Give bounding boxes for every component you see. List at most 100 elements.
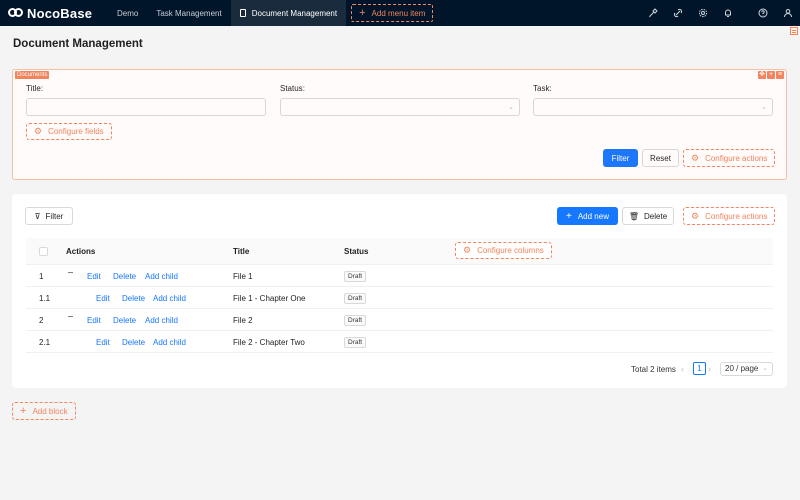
page-size-select[interactable]: 20 / page ⌄ (720, 362, 773, 376)
row-index: 1.1 (39, 294, 51, 303)
design-icon[interactable] (640, 0, 665, 26)
page-size-label: 20 / page (725, 364, 759, 373)
brand-name: NocoBase (27, 5, 93, 21)
collapse-icon[interactable]: − (66, 269, 75, 279)
help-icon[interactable] (750, 0, 775, 26)
edit-link[interactable]: Edit (87, 272, 101, 281)
title-cell: File 1 (233, 272, 253, 281)
status-badge: Draft (344, 315, 367, 326)
task-field-label: Task: (533, 84, 552, 93)
plus-icon: + (359, 6, 366, 19)
configure-columns-button[interactable]: ⚙ Configure columns (455, 242, 552, 259)
add-block-label: Add block (32, 406, 68, 416)
block-collection-tag: Documents (15, 71, 50, 79)
table-row[interactable]: 1 − Edit Delete Add child File 1 Draft (26, 265, 773, 287)
filter-icon: ⊽ (34, 211, 41, 221)
table-row[interactable]: 2.1 Edit Delete Add child File 2 - Chapt… (26, 331, 773, 353)
select-all-checkbox[interactable] (39, 247, 48, 256)
status-select[interactable]: ⌄ (280, 98, 520, 116)
menu-icon[interactable]: ≡ (776, 71, 784, 79)
nav-item-label: Document Management (251, 8, 338, 18)
logo-icon (8, 8, 23, 18)
column-header-actions: Actions (66, 247, 96, 256)
edit-link[interactable]: Edit (96, 294, 110, 303)
filter-submit-label: Filter (611, 153, 630, 163)
bell-icon[interactable] (715, 0, 740, 26)
table-row[interactable]: 1.1 Edit Delete Add child File 1 - Chapt… (26, 287, 773, 309)
title-field-label: Title: (26, 84, 44, 93)
add-child-link[interactable]: Add child (145, 272, 178, 281)
nav-item-task-management[interactable]: Task Management (147, 0, 230, 26)
pagination-page-1[interactable]: 1 (693, 362, 706, 375)
nav-item-label: Demo (117, 8, 139, 18)
add-icon[interactable]: + (767, 71, 775, 79)
edit-link[interactable]: Edit (96, 338, 110, 347)
status-badge: Draft (344, 337, 367, 348)
settings-icon[interactable] (690, 0, 715, 26)
title-input[interactable] (26, 98, 266, 116)
configure-fields-button[interactable]: ⚙ Configure fields (26, 123, 112, 140)
column-header-status: Status (344, 247, 369, 256)
plus-icon: + (20, 404, 27, 417)
reset-label: Reset (650, 153, 671, 163)
delete-link[interactable]: Delete (113, 272, 136, 281)
task-select[interactable]: ⌄ (533, 98, 773, 116)
title-cell: File 2 (233, 316, 253, 325)
reset-button[interactable]: Reset (642, 149, 679, 167)
configure-actions-label: Configure actions (705, 211, 768, 221)
document-icon (239, 9, 246, 17)
add-menu-item-label: Add menu item (371, 8, 426, 18)
delete-link[interactable]: Delete (113, 316, 136, 325)
add-block-button[interactable]: + Add block (12, 402, 76, 420)
filter-submit-button[interactable]: Filter (603, 149, 638, 167)
delete-label: Delete (644, 211, 668, 221)
pagination-prev-icon[interactable]: ‹ (681, 364, 684, 374)
chevron-down-icon: ⌄ (508, 104, 514, 111)
add-child-link[interactable]: Add child (153, 294, 186, 303)
drag-handle-icon[interactable]: ✥ (758, 71, 766, 79)
add-child-link[interactable]: Add child (145, 316, 178, 325)
page-settings-menu-icon[interactable] (790, 27, 798, 35)
table-header: Actions Title Status ⚙ Configure columns (26, 238, 773, 265)
edit-link[interactable]: Edit (87, 316, 101, 325)
collapse-icon[interactable]: − (66, 313, 75, 323)
configure-actions-button[interactable]: ⚙ Configure actions (683, 149, 776, 167)
brand-logo[interactable]: NocoBase (0, 0, 108, 26)
plugin-icon[interactable] (665, 0, 690, 26)
table-row[interactable]: 2 − Edit Delete Add child File 2 Draft (26, 309, 773, 331)
add-child-link[interactable]: Add child (153, 338, 186, 347)
gear-icon: ⚙ (691, 210, 700, 221)
chevron-down-icon: ⌄ (761, 104, 767, 111)
block-toolbar: ✥ + ≡ (758, 71, 784, 79)
status-badge: Draft (344, 271, 367, 282)
configure-actions-label: Configure actions (705, 153, 768, 163)
add-new-button[interactable]: + Add new (557, 207, 618, 225)
pagination-next-icon[interactable]: › (708, 364, 711, 374)
nav-item-document-management[interactable]: Document Management (230, 0, 347, 26)
status-badge: Draft (344, 293, 367, 304)
table-filter-button[interactable]: ⊽ Filter (25, 207, 73, 225)
trash-icon: 🗑︎ (628, 211, 640, 221)
top-right-toolbar (640, 0, 800, 26)
page-title: Document Management (13, 38, 143, 50)
nav-item-demo[interactable]: Demo (108, 0, 147, 26)
user-icon[interactable] (775, 0, 800, 26)
delete-link[interactable]: Delete (122, 338, 145, 347)
status-field-label: Status: (280, 84, 305, 93)
delete-button[interactable]: 🗑︎ Delete (622, 207, 674, 225)
nav-item-label: Task Management (156, 8, 222, 18)
table-configure-actions-button[interactable]: ⚙ Configure actions (683, 207, 776, 225)
gear-icon: ⚙ (691, 152, 700, 163)
gear-icon: ⚙ (34, 126, 43, 136)
add-menu-item-button[interactable]: + Add menu item (351, 4, 434, 22)
title-cell: File 2 - Chapter Two (233, 338, 305, 347)
row-index: 1 (39, 272, 44, 281)
top-navigation-bar: NocoBase Demo Task Management Document M… (0, 0, 800, 26)
delete-link[interactable]: Delete (122, 294, 145, 303)
table-filter-label: Filter (45, 211, 64, 221)
configure-columns-label: Configure columns (477, 246, 544, 255)
table-block: ⊽ Filter + Add new 🗑︎ Delete ⚙ Configure… (12, 194, 787, 388)
row-index: 2 (39, 316, 44, 325)
configure-fields-label: Configure fields (48, 127, 104, 136)
chevron-down-icon: ⌄ (762, 365, 768, 372)
